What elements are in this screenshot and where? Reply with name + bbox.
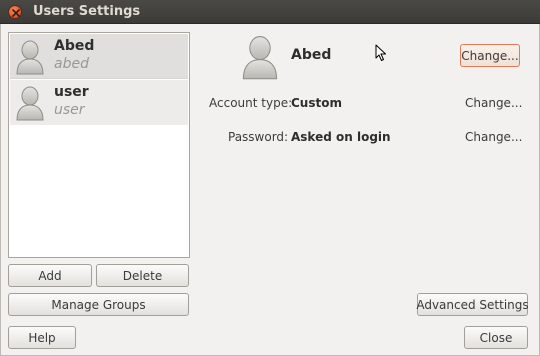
user-list-item-user[interactable]: user user <box>10 80 188 125</box>
selected-user-name[interactable]: Abed <box>291 47 331 63</box>
mouse-pointer-icon <box>375 44 386 61</box>
user-list[interactable]: Abed abed user user <box>8 32 190 258</box>
user-display-name: Abed <box>54 38 95 54</box>
window-title: Users Settings <box>33 4 141 19</box>
user-avatar-icon <box>16 40 44 75</box>
user-login-name: user <box>54 102 85 118</box>
title-bar: Users Settings <box>0 0 540 24</box>
window-close-button[interactable] <box>8 5 22 19</box>
change-name-button[interactable]: Change... <box>460 44 520 67</box>
add-user-button[interactable]: Add <box>8 264 92 287</box>
close-icon <box>12 9 20 17</box>
user-login-name: abed <box>54 56 89 72</box>
account-type-label: Account type: <box>209 96 293 110</box>
manage-groups-button[interactable]: Manage Groups <box>8 293 189 316</box>
user-avatar-icon <box>16 86 44 121</box>
help-button[interactable]: Help <box>8 326 76 349</box>
delete-user-button[interactable]: Delete <box>96 264 189 287</box>
change-account-type-button[interactable]: Change... <box>465 96 522 110</box>
close-button[interactable]: Close <box>464 326 528 349</box>
password-label: Password: <box>228 130 289 144</box>
user-avatar-icon[interactable] <box>240 34 280 80</box>
advanced-settings-button[interactable]: Advanced Settings <box>416 293 529 316</box>
account-type-value: Custom <box>291 96 342 110</box>
user-list-item-abed[interactable]: Abed abed <box>10 34 188 79</box>
password-value: Asked on login <box>291 130 391 144</box>
change-password-button[interactable]: Change... <box>465 130 522 144</box>
user-display-name: user <box>54 84 89 100</box>
